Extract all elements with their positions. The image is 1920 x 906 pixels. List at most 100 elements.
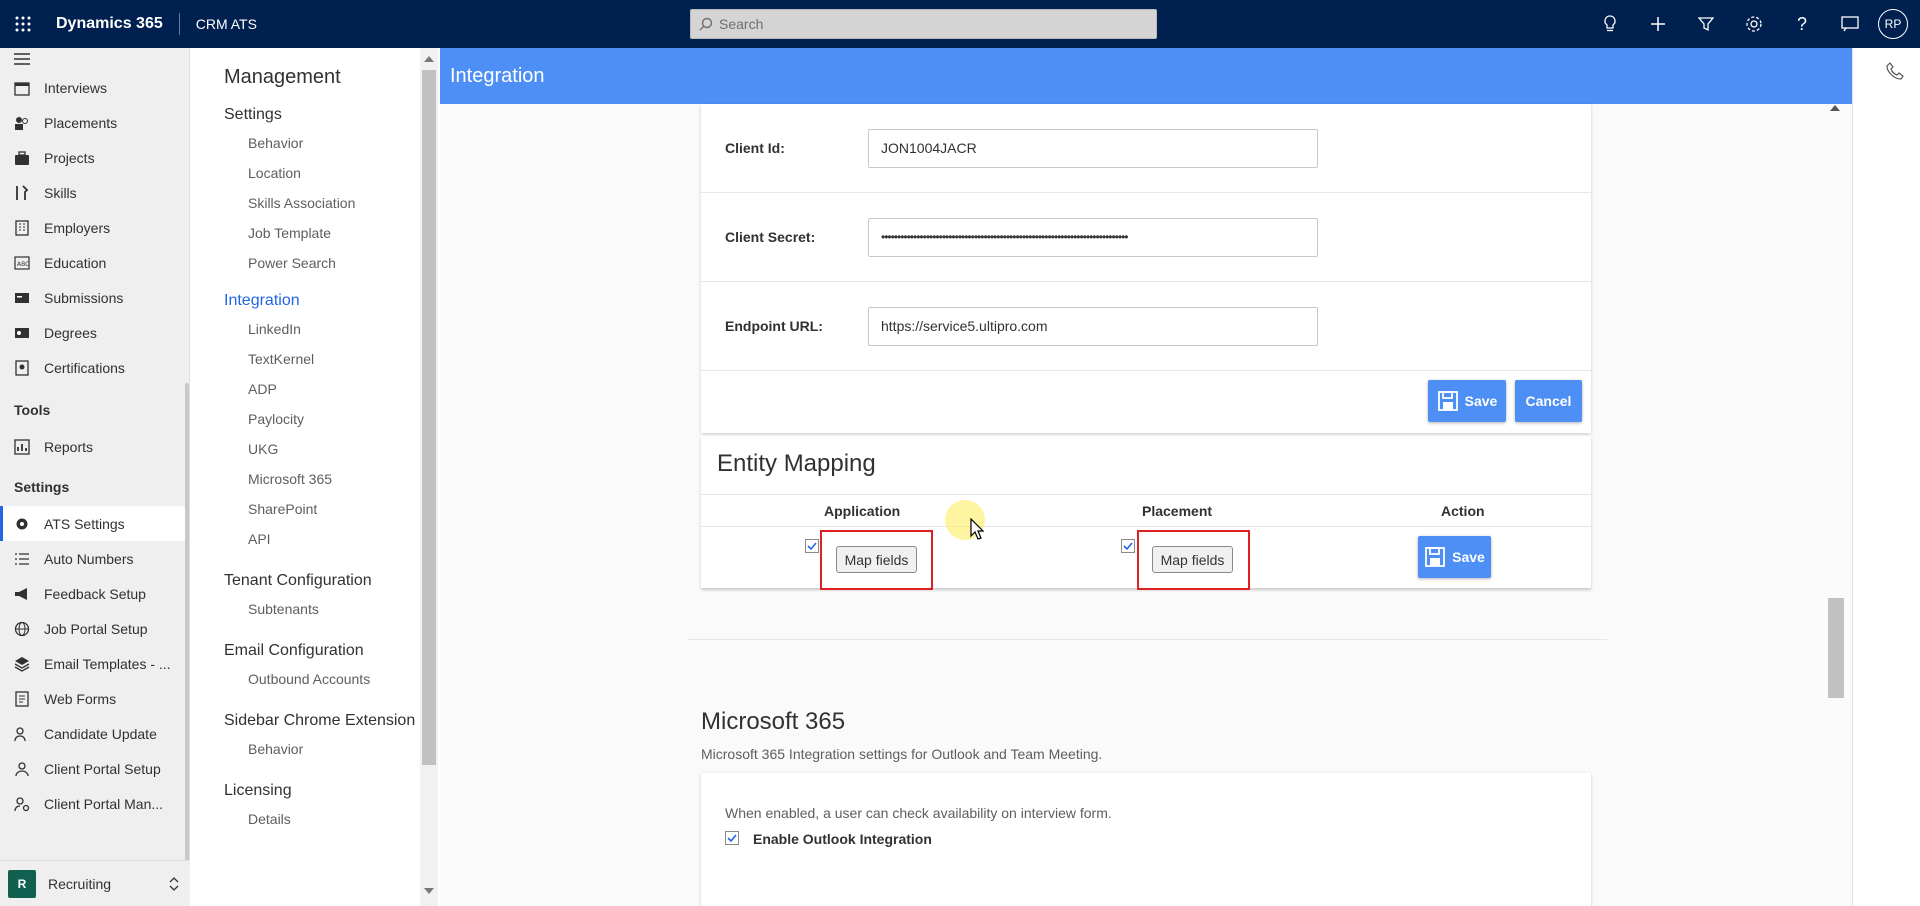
panel-item-textkernel[interactable]: TextKernel bbox=[200, 344, 420, 374]
save-button[interactable]: Save bbox=[1428, 380, 1506, 422]
help-icon[interactable]: ? bbox=[1778, 0, 1826, 48]
nav-item-interviews[interactable]: Interviews bbox=[0, 70, 189, 105]
panel-section-tenant-configuration[interactable]: Tenant Configuration bbox=[200, 572, 420, 594]
panel-item-adp[interactable]: ADP bbox=[200, 374, 420, 404]
nav-item-job-portal-setup[interactable]: Job Portal Setup bbox=[0, 611, 189, 646]
panel-item-outbound-accounts[interactable]: Outbound Accounts bbox=[200, 664, 420, 694]
nav-item-feedback-setup[interactable]: Feedback Setup bbox=[0, 576, 189, 611]
panel-section-sidebar-chrome-extension[interactable]: Sidebar Chrome Extension bbox=[200, 712, 420, 734]
briefcase-icon bbox=[14, 150, 30, 166]
top-icons: ? RP bbox=[1586, 0, 1908, 48]
application-checkbox[interactable] bbox=[805, 539, 819, 553]
panel-section-email-configuration[interactable]: Email Configuration bbox=[200, 642, 420, 664]
panel-section-settings[interactable]: Settings bbox=[200, 106, 420, 128]
nav-item-label: Job Portal Setup bbox=[44, 620, 148, 637]
gear-icon[interactable] bbox=[1730, 0, 1778, 48]
lightbulb-icon[interactable] bbox=[1586, 0, 1634, 48]
management-panel: Management Settings Behavior Location Skill… bbox=[200, 48, 420, 906]
nav-item-submissions[interactable]: Submissions bbox=[0, 280, 189, 315]
client-secret-field[interactable]: ••••••••••••••••••••••••••••••••••••••••… bbox=[868, 217, 1318, 257]
filter-icon[interactable] bbox=[1682, 0, 1730, 48]
nav-item-label: Client Portal Man... bbox=[44, 795, 164, 812]
people-icon bbox=[14, 115, 30, 131]
nav-item-degrees[interactable]: Degrees bbox=[0, 315, 189, 350]
nav-item-label: ATS Settings bbox=[44, 515, 125, 532]
nav-item-email-templates[interactable]: Email Templates - ... bbox=[0, 646, 189, 681]
panel-item-linkedin[interactable]: LinkedIn bbox=[200, 314, 420, 344]
nav-item-auto-numbers[interactable]: Auto Numbers bbox=[0, 541, 189, 576]
panel-scrollbar-thumb[interactable] bbox=[422, 70, 436, 765]
area-switcher[interactable]: R Recruiting bbox=[0, 860, 190, 906]
enable-outlook-checkbox[interactable] bbox=[725, 831, 739, 845]
left-nav-scrollbar[interactable] bbox=[185, 383, 189, 903]
panel-section-licensing[interactable]: Licensing bbox=[200, 782, 420, 804]
panel-section-integration[interactable]: Integration bbox=[200, 292, 420, 314]
panel-item-microsoft-365[interactable]: Microsoft 365 bbox=[200, 464, 420, 494]
phone-icon[interactable] bbox=[1886, 62, 1904, 85]
application-map-fields-button[interactable]: Map fields bbox=[836, 546, 917, 573]
placement-map-fields-button[interactable]: Map fields bbox=[1152, 546, 1233, 573]
panel-item-ukg[interactable]: UKG bbox=[200, 434, 420, 464]
panel-item-details[interactable]: Details bbox=[200, 804, 420, 834]
person-icon bbox=[14, 761, 30, 777]
main-scrollbar-thumb[interactable] bbox=[1828, 598, 1844, 698]
right-rail bbox=[1852, 48, 1920, 906]
microsoft365-card: When enabled, a user can check availabil… bbox=[701, 773, 1591, 906]
placement-checkbox[interactable] bbox=[1121, 539, 1135, 553]
area-badge: R bbox=[8, 869, 36, 898]
panel-item-api[interactable]: API bbox=[200, 524, 420, 554]
nav-item-certifications[interactable]: Certifications bbox=[0, 350, 189, 385]
tools-icon bbox=[14, 184, 30, 201]
nav-item-label: Auto Numbers bbox=[44, 550, 134, 567]
nav-item-label: Submissions bbox=[44, 289, 124, 306]
nav-item-label: Candidate Update bbox=[44, 725, 157, 742]
plus-icon[interactable] bbox=[1634, 0, 1682, 48]
main-scroll-up-arrow[interactable] bbox=[1830, 105, 1840, 111]
abc-icon: ABC bbox=[14, 255, 30, 271]
nav-item-placements[interactable]: Placements bbox=[0, 105, 189, 140]
scroll-up-arrow[interactable] bbox=[424, 56, 434, 62]
nav-item-education[interactable]: ABC Education bbox=[0, 245, 189, 280]
nav-item-label: Client Portal Setup bbox=[44, 760, 161, 777]
nav-item-client-portal-setup[interactable]: Client Portal Setup bbox=[0, 751, 189, 786]
left-navigation: Interviews Placements Projects Skills Employ… bbox=[0, 48, 190, 906]
nav-item-employers[interactable]: Employers bbox=[0, 210, 189, 245]
client-id-field[interactable]: JON1004JACR bbox=[868, 128, 1318, 168]
panel-item-power-search[interactable]: Power Search bbox=[200, 248, 420, 278]
nav-item-reports[interactable]: Reports bbox=[0, 429, 189, 464]
nav-item-web-forms[interactable]: Web Forms bbox=[0, 681, 189, 716]
panel-item-location[interactable]: Location bbox=[200, 158, 420, 188]
panel-item-behavior[interactable]: Behavior bbox=[200, 734, 420, 764]
app-name[interactable]: Dynamics 365 bbox=[56, 15, 163, 33]
panel-item-behavior[interactable]: Behavior bbox=[200, 128, 420, 158]
nav-item-label: Interviews bbox=[44, 79, 108, 96]
scroll-down-arrow[interactable] bbox=[424, 888, 434, 894]
panel-item-subtenants[interactable]: Subtenants bbox=[200, 594, 420, 624]
nav-item-projects[interactable]: Projects bbox=[0, 140, 189, 175]
panel-title: Management bbox=[224, 65, 341, 88]
calendar-icon bbox=[14, 80, 30, 96]
panel-item-paylocity[interactable]: Paylocity bbox=[200, 404, 420, 434]
search-input[interactable]: Search bbox=[690, 9, 1157, 39]
app-module-name[interactable]: CRM ATS bbox=[196, 16, 257, 32]
panel-item-job-template[interactable]: Job Template bbox=[200, 218, 420, 248]
avatar[interactable]: RP bbox=[1878, 9, 1908, 39]
nav-item-label: Email Templates - ... bbox=[44, 655, 171, 672]
enable-outlook-label: Enable Outlook Integration bbox=[753, 831, 932, 847]
megaphone-icon bbox=[14, 586, 30, 602]
hamburger-icon[interactable] bbox=[0, 48, 189, 70]
nav-item-label: Degrees bbox=[44, 324, 97, 341]
chat-icon[interactable] bbox=[1826, 0, 1874, 48]
cancel-button[interactable]: Cancel bbox=[1515, 380, 1582, 422]
nav-item-candidate-update[interactable]: Candidate Update bbox=[0, 716, 189, 751]
nav-item-client-portal-man[interactable]: Client Portal Man... bbox=[0, 786, 189, 821]
endpoint-url-field[interactable]: https://service5.ultipro.com bbox=[868, 306, 1318, 346]
mapping-save-button[interactable]: Save bbox=[1418, 536, 1491, 578]
nav-item-ats-settings[interactable]: ATS Settings bbox=[0, 506, 189, 541]
panel-item-sharepoint[interactable]: SharePoint bbox=[200, 494, 420, 524]
app-launcher-icon[interactable] bbox=[0, 0, 46, 48]
endpoint-row: Endpoint URL: https://service5.ultipro.c… bbox=[701, 282, 1591, 371]
panel-item-skills-association[interactable]: Skills Association bbox=[200, 188, 420, 218]
nav-item-skills[interactable]: Skills bbox=[0, 175, 189, 210]
divider bbox=[178, 13, 180, 35]
